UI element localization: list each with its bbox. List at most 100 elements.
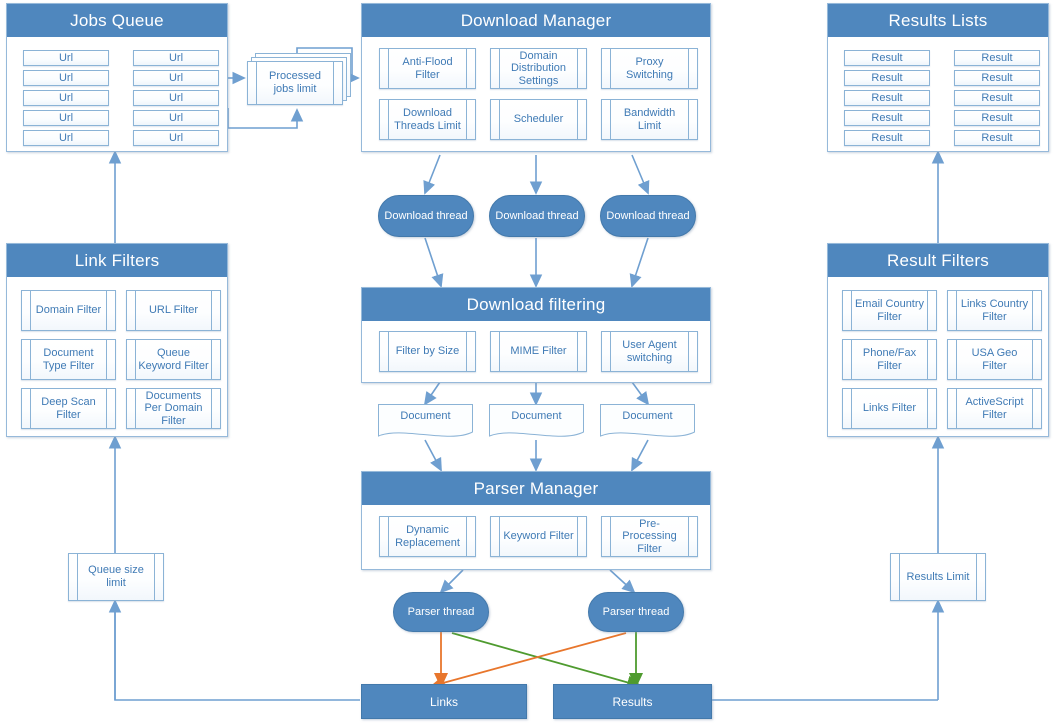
panel-parser-manager-title: Parser Manager [362,472,710,505]
dm-item-download-threads-limit[interactable]: Download Threads Limit [379,99,476,140]
node-results-limit[interactable]: Results Limit [890,553,986,601]
node-document-1[interactable]: Document [378,404,473,441]
dm-item-bandwidth-limit[interactable]: Bandwidth Limit [601,99,698,140]
df-item-label: MIME Filter [510,345,567,358]
jobs-queue-url-item[interactable]: Url [133,130,219,146]
architecture-diagram: Jobs Queue Url Url Url Url Url Url Url U… [0,0,1056,727]
panel-result-filters[interactable]: Result Filters Email Country Filter Link… [827,243,1049,437]
jobs-queue-url-item[interactable]: Url [23,130,109,146]
pm-item-dynamic-replacement[interactable]: Dynamic Replacement [379,516,476,557]
lf-item-deep-scan-filter[interactable]: Deep Scan Filter [21,388,116,429]
jobs-queue-url-item[interactable]: Url [23,110,109,126]
results-list-item[interactable]: Result [844,70,930,86]
node-document-2[interactable]: Document [489,404,584,441]
panel-link-filters[interactable]: Link Filters Domain Filter URL Filter Do… [6,243,228,437]
jobs-queue-url-item[interactable]: Url [133,50,219,66]
wire-thread1-to-downloadfiltering [424,237,444,288]
results-list-item[interactable]: Result [954,90,1040,106]
node-links[interactable]: Links [361,684,527,719]
node-download-thread-1[interactable]: Download thread [378,195,474,237]
panel-link-filters-title: Link Filters [7,244,227,277]
rf-item-usa-geo-filter[interactable]: USA Geo Filter [947,339,1042,380]
processed-jobs-limit-front[interactable]: Processed jobs limit [247,61,343,105]
panel-jobs-queue-body: Url Url Url Url Url Url Url Url Url Url [7,37,227,151]
node-download-thread-2[interactable]: Download thread [489,195,585,237]
dm-item-label: Anti-Flood Filter [402,55,453,81]
document-label: Document [622,410,673,422]
rf-item-email-country-filter[interactable]: Email Country Filter [842,290,937,331]
node-download-thread-3[interactable]: Download thread [600,195,696,237]
pm-item-pre-processing-filter[interactable]: Pre-Processing Filter [601,516,698,557]
dm-item-anti-flood-filter[interactable]: Anti-Flood Filter [379,48,476,89]
dm-item-label: Domain Distribution Settings [510,49,567,87]
rf-item-links-country-filter[interactable]: Links Country Filter [947,290,1042,331]
rf-item-phone-fax-filter[interactable]: Phone/Fax Filter [842,339,937,380]
lf-item-domain-filter[interactable]: Domain Filter [21,290,116,331]
pm-item-keyword-filter[interactable]: Keyword Filter [490,516,587,557]
node-document-3[interactable]: Document [600,404,695,441]
download-thread-label: Download thread [384,210,468,222]
panel-download-filtering[interactable]: Download filtering Filter by Size MIME F… [361,287,711,383]
panel-jobs-queue[interactable]: Jobs Queue Url Url Url Url Url Url Url U… [6,3,228,152]
df-item-mime-filter[interactable]: MIME Filter [490,331,587,372]
jobs-queue-url-item[interactable]: Url [23,90,109,106]
node-parser-thread-1[interactable]: Parser thread [393,592,489,632]
wire-downloadfiltering-to-doc-1 [423,381,441,406]
rf-item-links-filter[interactable]: Links Filter [842,388,937,429]
jobs-queue-url-item[interactable]: Url [133,70,219,86]
results-list-item[interactable]: Result [954,70,1040,86]
panel-parser-manager[interactable]: Parser Manager Dynamic Replacement Keywo… [361,471,711,570]
links-label: Links [429,694,458,709]
rf-item-label: Links Country Filter [960,297,1029,323]
queue-size-limit-label: Queue size limit [88,564,144,589]
lf-item-document-type-filter[interactable]: Document Type Filter [21,339,116,380]
lf-item-label: Documents Per Domain Filter [144,389,203,427]
results-list-item[interactable]: Result [844,50,930,66]
lf-item-label: URL Filter [148,304,199,317]
jobs-queue-url-item[interactable]: Url [133,110,219,126]
dm-item-label: Bandwidth Limit [623,106,676,132]
df-item-user-agent-switching[interactable]: User Agent switching [601,331,698,372]
rf-item-activescript-filter[interactable]: ActiveScript Filter [947,388,1042,429]
dm-item-label: Proxy Switching [625,55,674,81]
wire-downloadfiltering-to-doc-3 [631,381,650,406]
dm-item-scheduler[interactable]: Scheduler [490,99,587,140]
results-list-item[interactable]: Result [954,130,1040,146]
results-list-item[interactable]: Result [844,90,930,106]
results-list-item[interactable]: Result [844,130,930,146]
lf-item-label: Queue Keyword Filter [138,346,209,372]
panel-results-lists[interactable]: Results Lists Result Result Result Resul… [827,3,1049,152]
wire-doc3-to-parsermanager [631,439,649,472]
panel-jobs-queue-title: Jobs Queue [7,4,227,37]
dm-item-label: Scheduler [513,113,564,126]
panel-download-filtering-body: Filter by Size MIME Filter User Agent sw… [362,321,710,382]
panel-download-filtering-title: Download filtering [362,288,710,321]
node-queue-size-limit[interactable]: Queue size limit [68,553,164,601]
dm-item-label: Download Threads Limit [394,106,461,132]
df-item-filter-by-size[interactable]: Filter by Size [379,331,476,372]
dm-item-proxy-switching[interactable]: Proxy Switching [601,48,698,89]
results-list-item[interactable]: Result [954,50,1040,66]
dm-item-domain-distribution-settings[interactable]: Domain Distribution Settings [490,48,587,89]
results-list-item[interactable]: Result [954,110,1040,126]
lf-item-documents-per-domain-filter[interactable]: Documents Per Domain Filter [126,388,221,429]
jobs-queue-url-item[interactable]: Url [133,90,219,106]
jobs-queue-url-item[interactable]: Url [23,50,109,66]
jobs-queue-url-item[interactable]: Url [23,70,109,86]
parser-thread-label: Parser thread [407,606,475,618]
wire-dm-to-thread-1 [423,154,441,195]
node-results[interactable]: Results [553,684,712,719]
wire-parserthread1-to-results [451,632,643,690]
wire-parsermanager-to-parserthread-1 [439,569,464,594]
panel-download-manager[interactable]: Download Manager Anti-Flood Filter Domai… [361,3,711,152]
df-item-label: User Agent switching [622,338,677,364]
results-list-item[interactable]: Result [844,110,930,126]
panel-results-lists-body: Result Result Result Result Result Resul… [828,37,1048,151]
lf-item-url-filter[interactable]: URL Filter [126,290,221,331]
wire-links-to-queuesizelimit [114,601,360,701]
wire-parsermanager-to-parserthread-2 [609,569,636,594]
node-parser-thread-2[interactable]: Parser thread [588,592,684,632]
rf-item-label: Email Country Filter [854,297,925,323]
lf-item-queue-keyword-filter[interactable]: Queue Keyword Filter [126,339,221,380]
node-processed-jobs-limit[interactable]: Processed jobs limit [247,53,351,105]
